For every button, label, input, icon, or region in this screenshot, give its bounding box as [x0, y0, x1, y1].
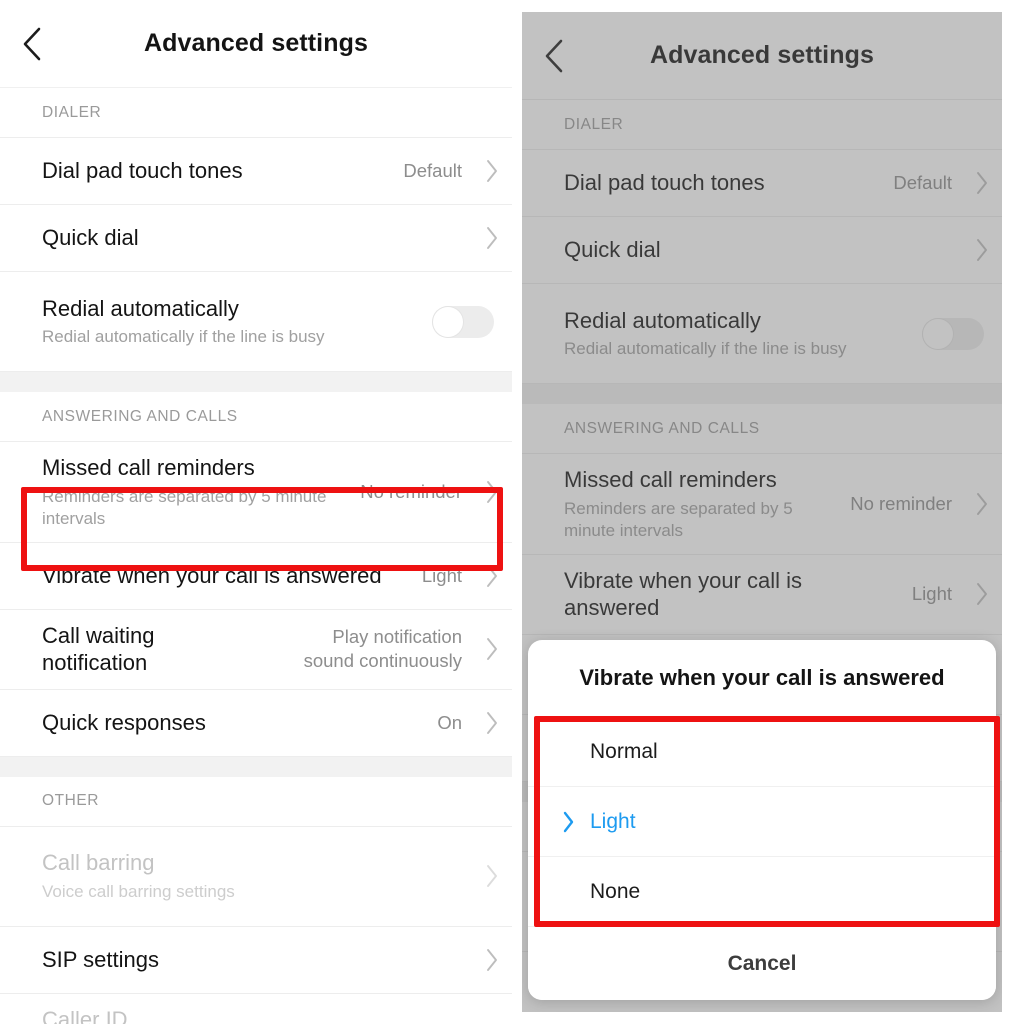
chevron-right-icon [472, 159, 512, 183]
row-title: Missed call reminders [42, 455, 255, 480]
row-value: Play notification sound continuously [303, 626, 462, 672]
row-main: Call barring Voice call barring settings [42, 849, 462, 903]
screenshot-root: Advanced settings DIALER Dial pad touch … [0, 0, 1024, 1024]
chevron-left-icon [21, 26, 43, 62]
dialog-title: Vibrate when your call is answered [579, 665, 945, 690]
row-title: Quick dial [42, 225, 139, 251]
redial-automatically-toggle[interactable] [432, 305, 494, 338]
chevron-right-icon [472, 226, 512, 250]
row-dial-pad-touch-tones[interactable]: Dial pad touch tones Default [0, 138, 512, 205]
row-title: SIP settings [42, 946, 159, 972]
row-call-barring[interactable]: Call barring Voice call barring settings [0, 826, 512, 927]
row-main: SIP settings [42, 946, 462, 974]
dialog-option-label: None [590, 880, 641, 903]
row-title: Vibrate when your call is answered [42, 562, 382, 588]
row-title: Call waiting notification [42, 622, 155, 676]
row-quick-dial[interactable]: Quick dial [0, 205, 512, 272]
row-main: Dial pad touch tones [42, 157, 403, 185]
toggle-knob [433, 306, 463, 337]
chevron-right-icon [472, 480, 512, 504]
cancel-button[interactable]: Cancel [528, 926, 996, 1000]
row-caller-id[interactable]: Caller ID Hide my number for outgoing ca… [0, 993, 512, 1024]
phone-panel-left: Advanced settings DIALER Dial pad touch … [0, 0, 512, 1024]
row-title: Caller ID [42, 1006, 128, 1024]
row-quick-responses[interactable]: Quick responses On [0, 689, 512, 757]
group-header-answering-and-calls: ANSWERING AND CALLS [0, 392, 512, 442]
row-sip-settings[interactable]: SIP settings [0, 926, 512, 994]
group-divider [0, 756, 512, 777]
chevron-right-icon [472, 564, 512, 588]
dialog-option-none[interactable]: None [528, 856, 996, 926]
settings-list-left: DIALER Dial pad touch tones Default Quic… [0, 88, 512, 1024]
page-title: Advanced settings [144, 29, 368, 57]
row-call-waiting-notification[interactable]: Call waiting notification Play notificat… [0, 609, 512, 690]
group-divider [0, 372, 512, 392]
dialog-option-list: Normal Light None [528, 716, 996, 926]
app-bar-left: Advanced settings [0, 0, 512, 88]
row-main: Vibrate when your call is answered [42, 562, 422, 590]
row-value: On [437, 711, 462, 733]
dialog-option-normal[interactable]: Normal [528, 716, 996, 786]
row-value: Light [421, 564, 462, 586]
dialog-option-light[interactable]: Light [528, 786, 996, 856]
dialog-option-label: Light [590, 810, 636, 833]
row-value: No reminder [360, 480, 462, 502]
row-title: Quick responses [42, 709, 206, 735]
row-missed-call-reminders[interactable]: Missed call reminders Reminders are sepa… [0, 442, 512, 543]
chevron-right-icon [472, 948, 512, 972]
vibrate-option-dialog: Vibrate when your call is answered Norma… [528, 640, 1000, 1000]
row-title: Dial pad touch tones [42, 158, 243, 184]
chevron-right-icon [472, 711, 512, 735]
row-redial-automatically[interactable]: Redial automatically Redial automaticall… [0, 272, 512, 372]
row-subtitle: Reminders are separated by 5 minute inte… [42, 486, 327, 528]
group-header-other: OTHER [0, 776, 512, 827]
row-main: Quick responses [42, 709, 437, 737]
row-main: Caller ID Hide my number for outgoing ca… [42, 1006, 462, 1024]
chevron-right-icon [562, 811, 584, 833]
row-title: Call barring [42, 850, 155, 876]
row-main: Quick dial [42, 224, 462, 252]
chevron-right-icon [472, 637, 512, 661]
row-main: Call waiting notification [42, 622, 277, 677]
row-subtitle: Voice call barring settings [42, 881, 235, 901]
chevron-right-icon [472, 864, 512, 888]
row-vibrate-when-your-call-is-answered[interactable]: Vibrate when your call is answered Light [0, 542, 512, 610]
row-subtitle: Redial automatically if the line is busy [42, 327, 325, 347]
row-title: Redial automatically [42, 295, 239, 321]
row-main: Redial automatically Redial automaticall… [42, 295, 432, 349]
group-header-dialer: DIALER [0, 88, 512, 138]
row-main: Missed call reminders Reminders are sepa… [42, 454, 360, 530]
phone-panel-right: Advanced settings DIALER Dial pad touch … [522, 12, 1002, 1012]
dialog-option-label: Normal [590, 739, 658, 763]
back-button[interactable] [0, 0, 64, 88]
row-value: Default [403, 159, 462, 181]
